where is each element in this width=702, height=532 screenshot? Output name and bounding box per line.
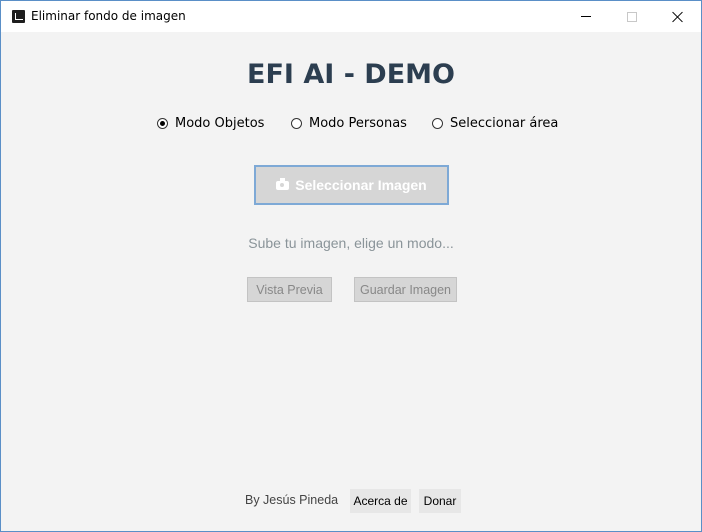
camera-icon [276,177,290,190]
page-title: EFI AI - DEMO [247,59,455,90]
close-icon [672,11,684,23]
about-button[interactable]: Acerca de [350,489,411,513]
app-window: Eliminar fondo de imagen EFI AI - DEMO M… [0,0,702,532]
maximize-button[interactable] [609,1,655,32]
donate-button[interactable]: Donar [419,489,461,513]
radio-mode-people[interactable]: Modo Personas [291,114,407,132]
radio-label: Seleccionar área [450,115,559,131]
radio-button[interactable] [291,117,302,129]
radio-button[interactable] [432,117,443,129]
preview-button[interactable]: Vista Previa [247,277,332,302]
close-button[interactable] [655,1,701,32]
radio-label: Modo Objetos [175,115,265,131]
radio-label: Modo Personas [309,115,407,131]
radio-select-area[interactable]: Seleccionar área [432,114,558,132]
select-image-label: Seleccionar Imagen [295,177,427,193]
app-shirt-icon [12,10,25,23]
title-bar[interactable]: Eliminar fondo de imagen [1,1,701,32]
minimize-button[interactable] [563,1,609,32]
radio-button[interactable] [157,117,168,129]
window-title: Eliminar fondo de imagen [31,9,186,23]
radio-mode-objects[interactable]: Modo Objetos [157,114,264,132]
select-image-button[interactable]: Seleccionar Imagen [254,165,449,205]
minimize-icon [581,16,591,17]
author-credit: By Jesús Pineda [245,493,339,507]
save-image-button[interactable]: Guardar Imagen [354,277,457,302]
status-text: Sube tu imagen, elige un modo... [248,235,454,251]
maximize-icon [627,11,637,22]
